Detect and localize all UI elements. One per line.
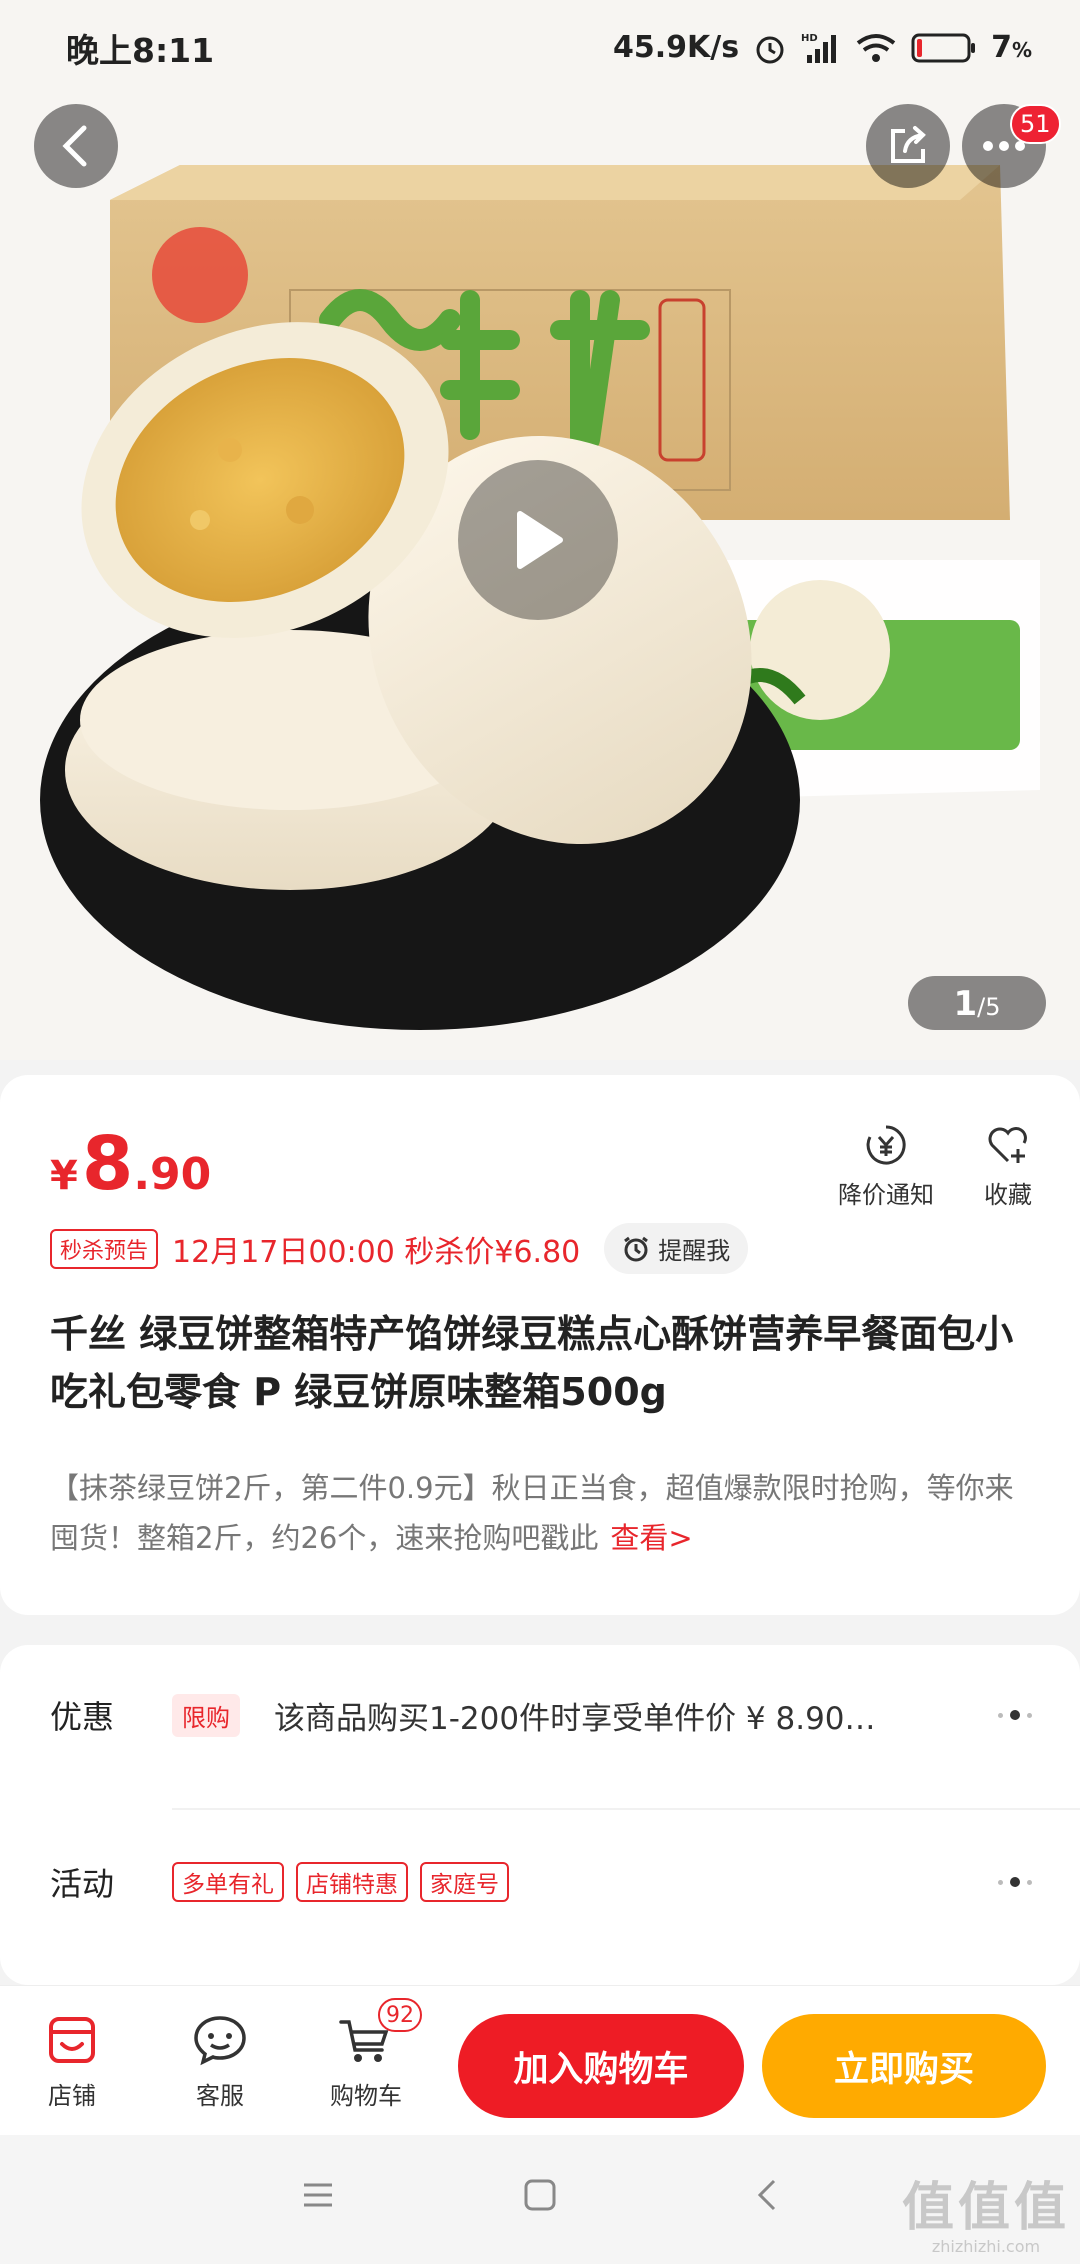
more-dots-icon [998, 1710, 1032, 1720]
status-time: 晚上8:11 [66, 30, 215, 70]
alarm-clock-icon [624, 1236, 649, 1261]
heart-icon [988, 1127, 1027, 1163]
watermark: 值值值 zhizhizhi.com [901, 2178, 1070, 2256]
home-square-icon [524, 2179, 556, 2211]
activity-tag: 店铺特惠 [296, 1862, 408, 1902]
share-icon [891, 126, 926, 163]
activity-tag: 家庭号 [420, 1862, 509, 1902]
back-button[interactable] [34, 104, 118, 188]
more-dots-icon [983, 141, 1025, 151]
signal-icon: HD [801, 31, 841, 65]
message-badge: 51 [1010, 104, 1061, 144]
system-navigation-bar: 值值值 zhizhizhi.com [0, 2135, 1080, 2264]
menu-nav-button[interactable] [298, 2175, 338, 2219]
home-nav-button[interactable] [520, 2175, 560, 2219]
battery-icon [911, 32, 977, 64]
alarm-icon [753, 31, 787, 65]
product-title: 千丝 绿豆饼整箱特产馅饼绿豆糕点心酥饼营养早餐面包小吃礼包零食 P 绿豆饼原味整… [50, 1312, 1014, 1414]
svg-text:HD: HD [801, 33, 818, 44]
product-description: 【抹茶绿豆饼2斤，第二件0.9元】秋日正当食，超值爆款限时抢购，等你来囤货！整箱… [50, 1471, 1014, 1555]
price-alert-button[interactable]: 降价通知 [838, 1123, 934, 1210]
chevron-left-icon [62, 125, 87, 167]
discount-row[interactable]: 优惠 限购 该商品购买1-200件时享受单件价 ¥ 8.90… [0, 1645, 1080, 1785]
seckill-text: 12月17日00:00 秒杀价¥6.80 [172, 1234, 581, 1270]
divider [172, 1808, 1080, 1810]
add-to-cart-button[interactable]: 加入购物车 [458, 2014, 744, 2118]
shop-button[interactable]: 店铺 [12, 2014, 132, 2111]
more-dots-icon [998, 1877, 1032, 1887]
seckill-preview: 秒杀预告 12月17日00:00 秒杀价¥6.80 提醒我 [50, 1223, 749, 1274]
back-nav-button[interactable] [748, 2175, 788, 2219]
discount-label: 优惠 [50, 1698, 115, 1736]
customer-service-button[interactable]: 客服 [160, 2014, 280, 2111]
net-speed: 45.9K/s [612, 30, 740, 65]
remind-me-button[interactable]: 提醒我 [604, 1223, 749, 1274]
battery-level: 7% [991, 30, 1032, 65]
promotions-card: 优惠 限购 该商品购买1-200件时享受单件价 ¥ 8.90… 活动 多单有礼 … [0, 1645, 1080, 1985]
discount-content: 限购 该商品购买1-200件时享受单件价 ¥ 8.90… [172, 1693, 970, 1738]
bottom-action-bar: 店铺 客服 92 购物车 加入购物车 立即购买 [0, 1985, 1080, 2135]
status-bar: 晚上8:11 45.9K/s HD 7% [0, 0, 1080, 95]
activity-tags: 多单有礼 店铺特惠 家庭号 [172, 1862, 970, 1902]
product-info-card: ¥ 8 .90 降价通知 收藏 秒杀预告 12月17日00:00 秒杀价¥6.8… [0, 1075, 1080, 1615]
info-actions: 降价通知 收藏 [838, 1123, 1032, 1210]
seckill-tag: 秒杀预告 [50, 1228, 159, 1269]
favorite-button[interactable]: 收藏 [984, 1123, 1032, 1210]
chat-icon [194, 2016, 246, 2066]
gallery-counter: 1/5 [908, 976, 1046, 1030]
menu-icon [304, 2183, 332, 2207]
product-price: ¥ 8 .90 [50, 1121, 212, 1207]
cart-button[interactable]: 92 购物车 [306, 1998, 426, 2111]
activity-label: 活动 [50, 1865, 115, 1903]
activity-tag: 多单有礼 [172, 1862, 284, 1902]
discount-text: 该商品购买1-200件时享受单件价 ¥ 8.90… [274, 1700, 876, 1737]
play-icon [517, 511, 563, 569]
product-detail-page: 晚上8:11 45.9K/s HD 7% 51 1 / 5 ¥ 8 .90 降价… [0, 0, 1080, 2264]
status-icons: 45.9K/s HD 7% [613, 30, 1032, 65]
activity-row[interactable]: 活动 多单有礼 店铺特惠 家庭号 [0, 1812, 1080, 1952]
price-alert-icon [866, 1125, 906, 1165]
wifi-icon [855, 31, 897, 65]
cart-count-badge: 92 [378, 1998, 422, 2032]
limit-tag: 限购 [172, 1693, 240, 1737]
see-more-link[interactable]: 查看> [610, 1521, 692, 1555]
play-video-button[interactable] [458, 460, 618, 620]
chevron-left-icon [757, 2179, 776, 2211]
store-icon [49, 2017, 95, 2063]
buy-now-button[interactable]: 立即购买 [762, 2014, 1046, 2118]
share-button[interactable] [866, 104, 950, 188]
